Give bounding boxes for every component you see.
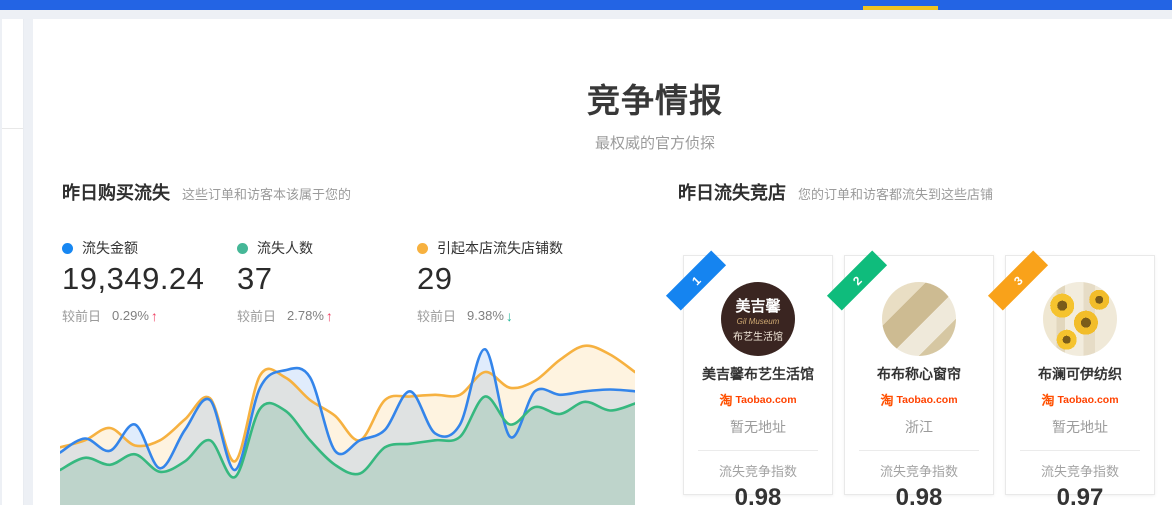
- right-section-title: 昨日流失竞店: [678, 179, 786, 205]
- right-section-description: 您的订单和访客都流失到这些店铺: [798, 184, 993, 203]
- metric-loss-shops: 引起本店流失店铺数 29 较前日 9.38% ↓: [417, 240, 563, 325]
- top-nav-bar: [0, 0, 1172, 10]
- arrow-up-icon: ↑: [326, 308, 333, 324]
- avatar-text: 布艺生活馆: [733, 328, 783, 343]
- metric-value: 29: [417, 261, 563, 297]
- subheader-strip: [0, 10, 1172, 19]
- taobao-label: Taobao.com: [1057, 394, 1118, 406]
- index-label: 流失竞争指数: [684, 461, 832, 480]
- index-label: 流失竞争指数: [845, 461, 993, 480]
- card-divider: [698, 450, 818, 451]
- rank-ribbon: 1: [666, 250, 726, 310]
- metric-loss-amount: 流失金额 19,349.24 较前日 0.29% ↑: [62, 240, 204, 325]
- metric-loss-people: 流失人数 37 较前日 2.78% ↑: [237, 240, 333, 325]
- left-section-description: 这些订单和访客本该属于您的: [182, 184, 351, 203]
- index-label: 流失竞争指数: [1006, 461, 1154, 480]
- index-value: 0.98: [845, 484, 993, 505]
- card-divider: [1020, 450, 1140, 451]
- left-section-title: 昨日购买流失: [62, 179, 170, 205]
- store-card-2[interactable]: 2 布布称心窗帘 淘 Taobao.com 浙江 流失竞争指数 0.98: [844, 255, 994, 495]
- store-location: 暂无地址: [1006, 417, 1154, 437]
- taobao-icon: 淘: [1041, 390, 1054, 409]
- loss-metrics: 流失金额 19,349.24 较前日 0.29% ↑ 流失人数 37 较前日 2…: [62, 240, 642, 325]
- store-avatar: 美吉馨 Gil Museum 布艺生活馆: [721, 282, 795, 356]
- rank-ribbon: 3: [988, 250, 1048, 310]
- store-card-3[interactable]: 3 布澜可伊纺织 淘 Taobao.com 暂无地址 流失竞争指数 0.97: [1005, 255, 1155, 495]
- change-percent: 2.78%: [287, 308, 324, 323]
- metric-value: 37: [237, 261, 333, 297]
- store-name: 布澜可伊纺织: [1006, 364, 1154, 384]
- legend-dot-orange-icon: [417, 243, 428, 254]
- card-divider: [859, 450, 979, 451]
- taobao-label: Taobao.com: [735, 394, 796, 406]
- loss-trend-chart: [60, 330, 635, 505]
- metric-value: 19,349.24: [62, 261, 204, 297]
- legend-dot-teal-icon: [237, 243, 248, 254]
- compare-label: 较前日: [417, 306, 456, 325]
- page-title: 竞争情报: [33, 74, 1172, 122]
- compare-label: 较前日: [237, 306, 276, 325]
- taobao-icon: 淘: [880, 390, 893, 409]
- store-location: 暂无地址: [684, 417, 832, 437]
- taobao-icon: 淘: [719, 390, 732, 409]
- index-value: 0.97: [1006, 484, 1154, 505]
- store-card-1[interactable]: 1 美吉馨 Gil Museum 布艺生活馆 美吉馨布艺生活馆 淘 Taobao…: [683, 255, 833, 495]
- change-percent: 0.29%: [112, 308, 149, 323]
- rank-ribbon: 2: [827, 250, 887, 310]
- arrow-down-icon: ↓: [506, 308, 513, 324]
- store-avatar: [882, 282, 956, 356]
- avatar-text: 美吉馨: [735, 295, 780, 316]
- metric-label: 流失金额: [82, 238, 138, 258]
- avatar-text: Gil Museum: [737, 317, 780, 326]
- store-location: 浙江: [845, 417, 993, 437]
- index-value: 0.98: [684, 484, 832, 505]
- arrow-up-icon: ↑: [151, 308, 158, 324]
- page-subtitle: 最权威的官方侦探: [33, 132, 1172, 153]
- metric-label: 流失人数: [257, 238, 313, 258]
- sidebar-divider: [2, 128, 23, 129]
- metric-label: 引起本店流失店铺数: [437, 238, 563, 258]
- change-percent: 9.38%: [467, 308, 504, 323]
- store-avatar: [1043, 282, 1117, 356]
- legend-dot-blue-icon: [62, 243, 73, 254]
- store-name: 布布称心窗帘: [845, 364, 993, 384]
- taobao-label: Taobao.com: [896, 394, 957, 406]
- store-name: 美吉馨布艺生活馆: [684, 364, 832, 384]
- compare-label: 较前日: [62, 306, 101, 325]
- collapsed-sidebar[interactable]: [2, 19, 24, 505]
